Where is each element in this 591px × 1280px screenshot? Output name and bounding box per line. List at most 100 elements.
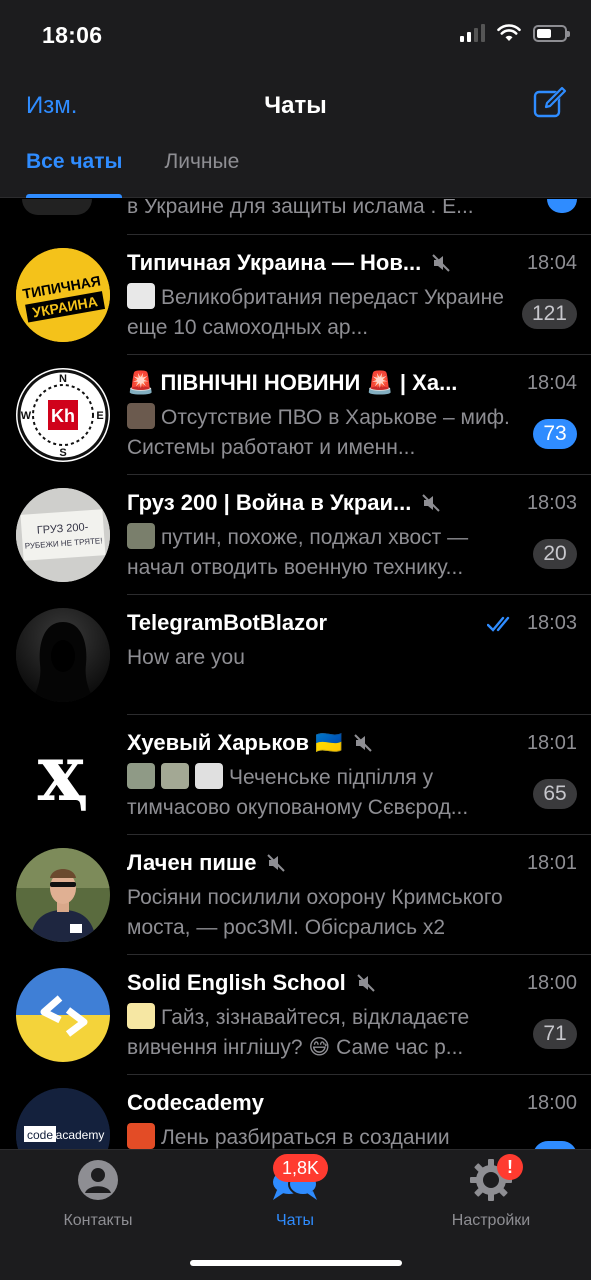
logo-center: Kh: [51, 406, 75, 426]
chat-row[interactable]: Solid English School 18:00 Гайз, зізнава…: [0, 955, 591, 1075]
chat-row[interactable]: ҳ Хуевый Харьков 🇺🇦 18:01 Чеченське підп…: [0, 715, 591, 835]
cargo-200-paper-logo: ГРУЗ 200- РУБЕЖИ НЕ ТРЯТЕ!: [16, 488, 110, 582]
tab-chats[interactable]: 1,8K Чаты: [225, 1154, 365, 1230]
media-thumbnail: [127, 523, 155, 549]
chat-time: 18:00: [526, 1092, 577, 1114]
hooded-figure-avatar: [16, 608, 110, 702]
kharkiv-glyph-logo: ҳ: [16, 728, 110, 822]
page-title: Чаты: [264, 92, 327, 119]
chat-preview: Гайз, зізнавайтеся, відкладаєте вивчення…: [127, 1003, 521, 1063]
chat-time: 18:03: [526, 612, 577, 634]
status-icons: [460, 24, 570, 42]
compass-e: E: [96, 410, 103, 422]
unread-total-badge: 1,8K: [273, 1154, 329, 1182]
solid-english-logo: [16, 968, 110, 1062]
media-thumbnail: [161, 763, 189, 789]
person-photo-avatar: [16, 848, 110, 942]
chat-preview: Великобритания передаст Украине еще 10 с…: [127, 283, 521, 343]
unread-badge: 20: [533, 539, 577, 569]
tab-label: Личные: [164, 150, 240, 173]
avatar: [16, 968, 110, 1062]
chat-title: Solid English School: [127, 970, 346, 995]
chat-time: 18:00: [526, 972, 577, 994]
logo-text-academy: academy: [56, 1128, 105, 1142]
chat-title: Груз 200 | Война в Украи...: [127, 490, 412, 515]
media-thumbnail: [127, 1003, 155, 1029]
tab-label: Чаты: [275, 1212, 315, 1229]
gear-icon: !: [469, 1154, 523, 1202]
chat-row[interactable]: ГРУЗ 200- РУБЕЖИ НЕ ТРЯТЕ! Груз 200 | Во…: [0, 475, 591, 595]
chat-time: 18:01: [526, 852, 577, 874]
tab-label: Все чаты: [26, 150, 123, 173]
chat-title: Codecademy: [127, 1090, 264, 1115]
unread-badge: 121: [521, 299, 577, 329]
unread-badge: [547, 199, 577, 213]
compass-w: W: [21, 410, 32, 422]
tab-all-chats[interactable]: Все чаты: [0, 150, 123, 198]
chat-time: 18:04: [526, 252, 577, 274]
chat-preview: путин, похоже, поджал хвост — начал отво…: [127, 523, 521, 583]
chat-name: TelegramBotBlazor: [127, 610, 327, 636]
preview-text: Лень разбираться в создании: [161, 1126, 450, 1149]
chat-title: TelegramBotBlazor: [127, 610, 328, 635]
chat-preview: Отсутствие ПВО в Харькове – миф. Системы…: [127, 403, 521, 463]
preview-text: Росіяни посилили охорону Кримського мост…: [127, 886, 503, 939]
chat-name: Лачен пише: [127, 850, 286, 876]
chat-row[interactable]: TelegramBotBlazor 18:03 How are you: [0, 595, 591, 715]
avatar: code academy: [16, 1088, 110, 1149]
chat-title: Типичная Украина — Нов...: [127, 250, 422, 275]
muted-icon: [267, 854, 286, 872]
muted-icon: [357, 974, 375, 992]
tab-contacts[interactable]: Контакты: [28, 1158, 168, 1230]
logo-text-code: code: [27, 1128, 53, 1142]
chat-row[interactable]: Лачен пише 18:01 Росіяни посилили охорон…: [0, 835, 591, 955]
typical-ukraine-logo: ТИПИЧНАЯ УКРАИНА: [16, 248, 110, 342]
tab-label: Контакты: [63, 1212, 133, 1229]
chat-row[interactable]: code academy Codecademy 18:00 Лень разби…: [0, 1075, 591, 1149]
muted-icon: [422, 494, 441, 512]
chat-name: Хуевый Харьков 🇺🇦: [127, 730, 373, 756]
alert-badge: !: [497, 1154, 523, 1180]
unread-badge: 65: [533, 779, 577, 809]
chat-time: 18:04: [526, 372, 577, 394]
tab-settings[interactable]: ! Настройки: [421, 1154, 561, 1230]
codecademy-logo: code academy: [16, 1088, 110, 1149]
chat-row[interactable]: Kh N S W E 🚨 ПІВНІЧНІ НОВИНИ 🚨 | Ха... 1…: [0, 355, 591, 475]
active-tab-indicator: [26, 194, 123, 198]
chat-preview: Росіяни посилили охорону Кримського мост…: [127, 883, 521, 943]
avatar: ГРУЗ 200- РУБЕЖИ НЕ ТРЯТЕ!: [16, 488, 110, 582]
unread-badge: 71: [533, 1019, 577, 1049]
tab-personal[interactable]: Личные: [122, 150, 239, 198]
chat-name: Solid English School: [127, 970, 376, 996]
chat-time: 18:01: [526, 732, 577, 754]
chat-preview: в Украине для защиты ислама . Е...: [127, 199, 474, 218]
preview-text: Великобритания передаст Украине еще 10 с…: [127, 286, 504, 339]
chat-preview: Чеченське підпілля у тимчасово окуповано…: [127, 763, 521, 823]
preview-text: путин, похоже, поджал хвост — начал отво…: [127, 526, 469, 579]
avatar: ҳ: [16, 728, 110, 822]
media-thumbnail: [127, 403, 155, 429]
unread-badge: [533, 1141, 577, 1149]
avatar: [22, 199, 92, 215]
compose-icon[interactable]: [533, 86, 567, 120]
compass-n: N: [59, 373, 67, 385]
media-thumbnail: [127, 763, 155, 789]
preview-text: Отсутствие ПВО в Харькове – миф. Системы…: [127, 406, 510, 459]
chat-name: Груз 200 | Война в Украи...: [127, 490, 441, 516]
nav-header: Изм. Чаты Все чаты Личные: [0, 70, 591, 198]
chat-name: 🚨 ПІВНІЧНІ НОВИНИ 🚨 | Ха...: [127, 370, 457, 396]
chat-name: Типичная Украина — Нов...: [127, 250, 451, 276]
chat-preview: How are you: [127, 643, 521, 673]
media-thumbnail: [195, 763, 223, 789]
chat-name: Codecademy: [127, 1090, 264, 1116]
chat-list[interactable]: в Украине для защиты ислама . Е... ТИПИЧ…: [0, 199, 591, 1149]
preview-text: How are you: [127, 646, 245, 669]
wifi-icon: [497, 24, 521, 41]
chat-row[interactable]: ТИПИЧНАЯ УКРАИНА Типичная Украина — Нов.…: [0, 235, 591, 355]
logo-glyph: ҳ: [38, 728, 89, 819]
home-indicator[interactable]: [190, 1260, 402, 1266]
unread-badge: 73: [533, 419, 577, 449]
chat-row-partial[interactable]: в Украине для защиты ислама . Е...: [0, 199, 591, 235]
avatar: [16, 608, 110, 702]
avatar: Kh N S W E: [16, 368, 110, 462]
